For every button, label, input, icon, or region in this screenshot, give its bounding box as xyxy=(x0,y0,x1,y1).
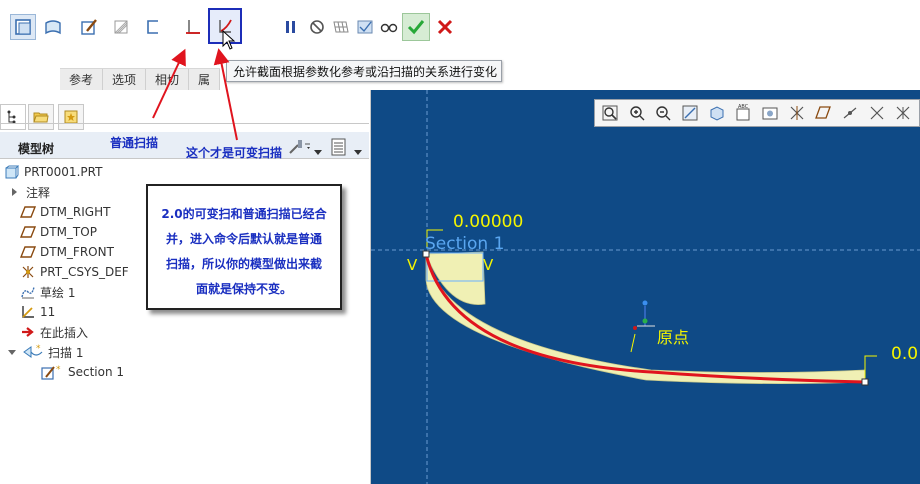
tree-item-dtm-front[interactable]: DTM_FRONT xyxy=(20,242,114,262)
note-line-3: 扫描，所以你的模型做出来截 xyxy=(165,257,322,271)
csys-point xyxy=(642,300,648,306)
tab-options[interactable]: 选项 xyxy=(103,69,146,91)
v-marker-left: V xyxy=(407,256,418,274)
v-marker-right: V xyxy=(483,256,494,274)
svg-text:ABC: ABC xyxy=(738,104,749,110)
cancel-x-icon[interactable] xyxy=(432,14,458,40)
tree-item-csys[interactable]: PRT_CSYS_DEF xyxy=(20,262,129,282)
tooltip: 允许截面根据参数化参考或沿扫描的关系进行变化 xyxy=(226,60,502,82)
thicken-icon[interactable] xyxy=(140,14,166,40)
label-variable-sweep: 这个才是可变扫描 xyxy=(186,146,283,160)
csys-x xyxy=(633,326,637,330)
datum-axes-toggle-icon[interactable] xyxy=(812,102,834,124)
dim-leader-right xyxy=(864,355,877,378)
dashboard-tabs: 参考 选项 相切 属 xyxy=(60,68,220,91)
csys-origin xyxy=(642,318,648,324)
sketch-edit-icon[interactable] xyxy=(76,14,102,40)
tab-properties[interactable]: 属 xyxy=(189,69,220,91)
datum-plane-icon xyxy=(20,204,36,220)
csys-display-icon[interactable] xyxy=(866,102,888,124)
tree-item-insert-here[interactable]: 在此插入 xyxy=(20,322,88,342)
tree-item-11[interactable]: 11 xyxy=(20,302,55,322)
tree-item-dtm-right[interactable]: DTM_RIGHT xyxy=(20,202,110,222)
point-display-icon[interactable] xyxy=(839,102,861,124)
svg-text:*: * xyxy=(56,365,61,375)
no-preview-icon[interactable] xyxy=(304,14,330,40)
tree-item-dtm-top[interactable]: DTM_TOP xyxy=(20,222,97,242)
repaint-icon[interactable] xyxy=(679,102,701,124)
section-icon: * xyxy=(40,364,64,380)
end-point xyxy=(861,378,869,386)
graphics-window[interactable]: 0.00000 0.0 Section 1 原点 V V xyxy=(371,90,920,484)
view-toolbar: ABC xyxy=(594,99,920,127)
tab-divider xyxy=(0,123,369,124)
tree-item-part[interactable]: PRT0001.PRT xyxy=(4,162,102,182)
show-dropdown-icon[interactable] xyxy=(354,145,362,159)
part-icon xyxy=(4,164,20,180)
sketch-icon xyxy=(20,284,36,300)
model-tree-title: 模型树 xyxy=(18,142,55,156)
tree-item-sketch[interactable]: 草绘 1 xyxy=(20,282,75,302)
annotation-note: 2.0的可变扫和普通扫描已经合 并，进入命令后默认就是普通 扫描，所以你的模型做… xyxy=(146,184,342,310)
surface-icon[interactable] xyxy=(40,14,66,40)
zoom-out-icon[interactable] xyxy=(652,102,674,124)
tree-item-annotations[interactable]: 注释 xyxy=(6,182,50,202)
collapse-arrow-icon[interactable] xyxy=(6,344,18,360)
tree-item-section[interactable]: * Section 1 xyxy=(40,362,124,382)
view-manager-icon[interactable] xyxy=(759,102,781,124)
datum-planes-toggle-icon[interactable] xyxy=(786,102,808,124)
glasses-icon[interactable] xyxy=(376,14,402,40)
annotation-display-icon[interactable] xyxy=(892,102,914,124)
zoom-fit-icon[interactable] xyxy=(599,102,621,124)
svg-text:*: * xyxy=(36,344,41,354)
datum-plane-icon xyxy=(20,244,36,260)
note-line-1: 2.0的可变扫和普通扫描已经合 xyxy=(161,207,327,221)
label-normal-sweep: 普通扫描 xyxy=(110,136,159,150)
mouse-cursor-icon xyxy=(222,29,236,53)
datum-axis-icon xyxy=(20,304,36,320)
favorites-tab-icon[interactable] xyxy=(58,104,84,130)
confirm-check-icon[interactable] xyxy=(402,13,430,41)
dim-value-left[interactable]: 0.00000 xyxy=(453,212,523,232)
sweep-icon: * xyxy=(22,344,44,360)
constant-section-icon[interactable] xyxy=(180,14,206,40)
solid-icon[interactable] xyxy=(10,14,36,40)
show-columns-icon[interactable] xyxy=(330,138,348,159)
model-view xyxy=(371,90,920,484)
saved-views-icon[interactable]: ABC xyxy=(732,102,754,124)
expand-arrow-icon[interactable] xyxy=(6,184,22,200)
tree-settings-icon[interactable] xyxy=(288,136,312,159)
note-line-2: 并，进入命令后默认就是普通 xyxy=(165,232,322,246)
origin-label: 原点 xyxy=(657,328,690,347)
tab-tangency[interactable]: 相切 xyxy=(146,69,189,91)
datum-plane-icon xyxy=(20,224,36,240)
insert-arrow-icon xyxy=(20,324,36,340)
tab-references[interactable]: 参考 xyxy=(60,69,103,91)
origin-leader-2 xyxy=(630,333,636,353)
section-label: Section 1 xyxy=(425,234,505,254)
verify-preview-icon[interactable] xyxy=(352,14,378,40)
tree-settings-dropdown-icon[interactable] xyxy=(314,145,322,159)
remove-material-icon[interactable] xyxy=(108,14,134,40)
zoom-in-icon[interactable] xyxy=(626,102,648,124)
dim-value-right[interactable]: 0.0 xyxy=(891,344,918,364)
csys-icon xyxy=(20,264,36,280)
folder-browser-tab-icon[interactable] xyxy=(28,104,54,130)
tree-item-sweep[interactable]: * 扫描 1 xyxy=(6,342,83,362)
note-line-4: 面就是保持不变。 xyxy=(195,282,292,296)
display-style-icon[interactable] xyxy=(706,102,728,124)
model-tree-tab-icon[interactable] xyxy=(0,104,26,130)
mesh-preview-icon[interactable] xyxy=(328,14,354,40)
pause-icon[interactable] xyxy=(278,14,304,40)
